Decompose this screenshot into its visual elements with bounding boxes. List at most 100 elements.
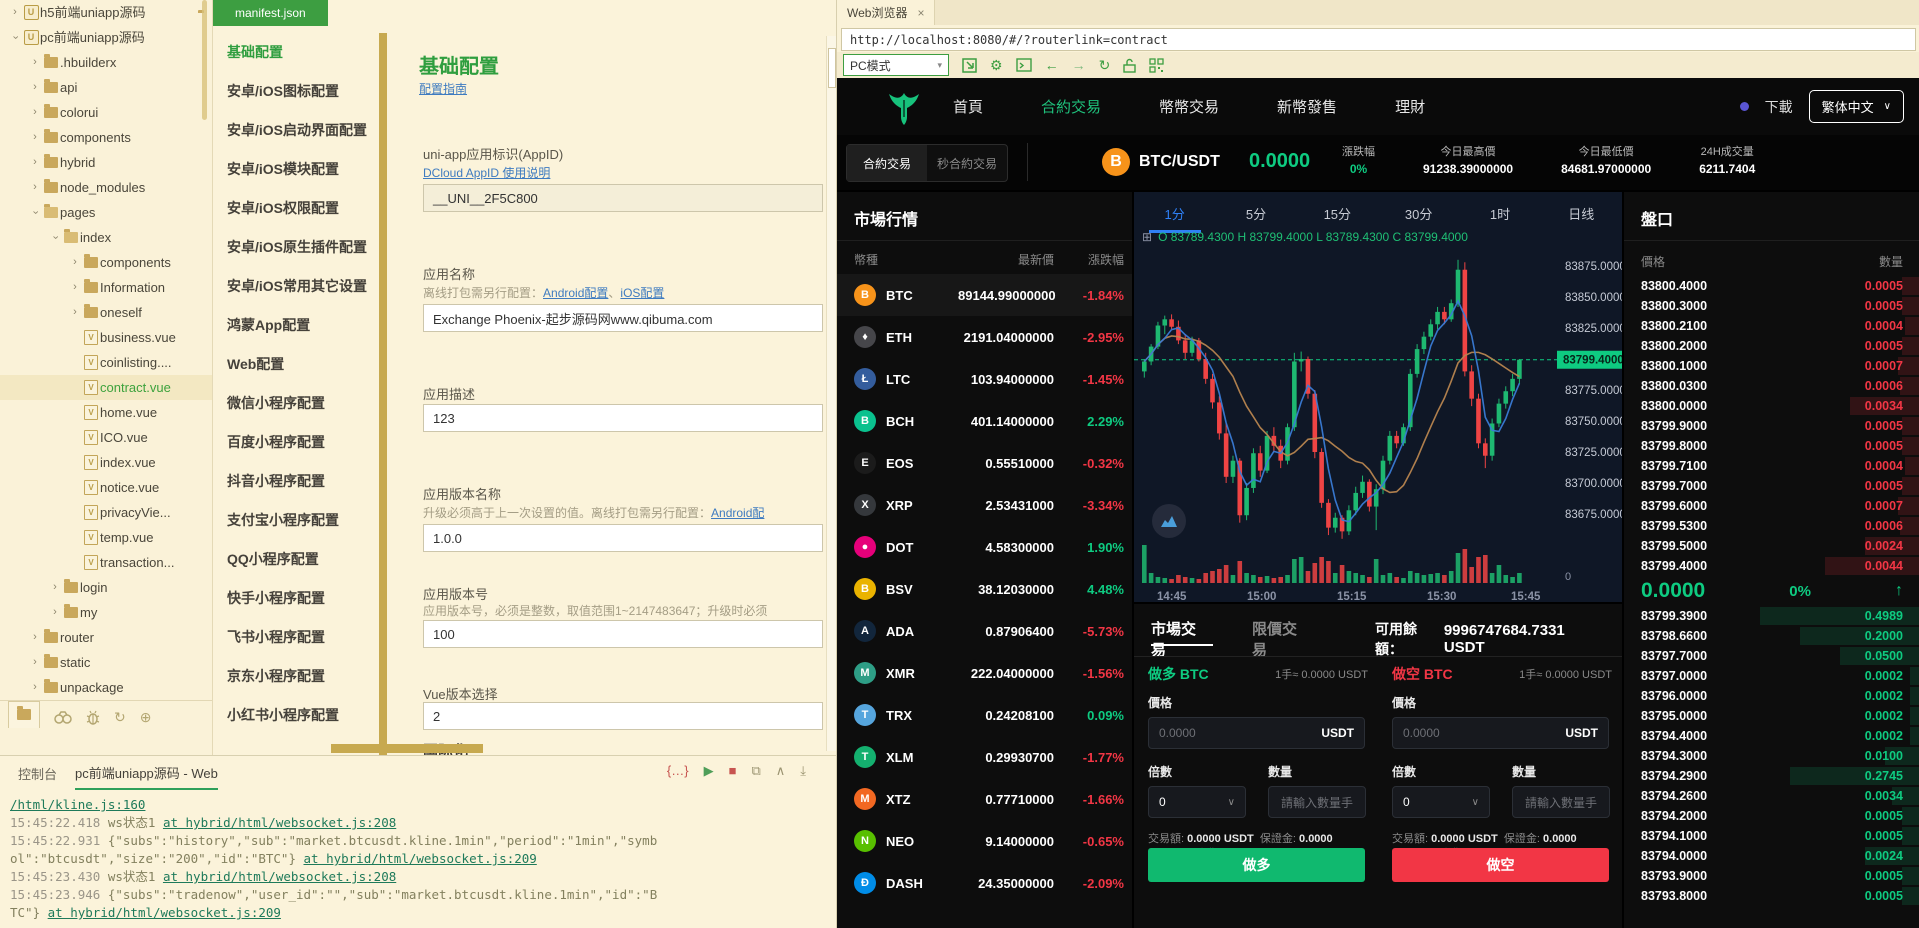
chevron-icon[interactable]: › (8, 0, 22, 25)
timeframe-日线[interactable]: 日线 (1541, 196, 1622, 226)
orderbook-row[interactable]: 83799.7100 0.0004 (1624, 456, 1919, 476)
manifest-nav-item[interactable]: 安卓/iOS启动界面配置 (227, 111, 377, 150)
manifest-nav-item[interactable]: 鸿蒙App配置 (227, 306, 377, 345)
manifest-nav-item[interactable]: 飞书小程序配置 (227, 618, 377, 657)
manifest-nav-item[interactable]: 京东小程序配置 (227, 657, 377, 696)
app-desc-input[interactable]: 123 (423, 404, 823, 432)
form-scrollbar[interactable] (826, 36, 836, 751)
tree-item-pages[interactable]: › pages (0, 200, 212, 225)
orderbook-row[interactable]: 83799.4000 0.0044 (1624, 556, 1919, 576)
manifest-nav-item[interactable]: 安卓/iOS常用其它设置 (227, 267, 377, 306)
run-icon[interactable]: ▶ (704, 763, 714, 779)
tree-item-unpackage[interactable]: › unpackage (0, 675, 212, 700)
collapse-icon[interactable]: ∧ (776, 763, 786, 779)
devtools-console-icon[interactable] (1015, 58, 1032, 72)
manifest-nav-item[interactable]: 支付宝小程序配置 (227, 501, 377, 540)
market-row-XMR[interactable]: M XMR 222.04000000 -1.56% (837, 652, 1132, 694)
orderbook-row[interactable]: 83798.6600 0.2000 (1624, 626, 1919, 646)
tree-item-home.vue[interactable]: Vhome.vue (0, 400, 212, 425)
manifest-nav-item[interactable]: 微信小程序配置 (227, 384, 377, 423)
chevron-icon[interactable]: › (68, 300, 82, 325)
indicator-toggle-button[interactable] (1152, 504, 1186, 538)
quantity-input[interactable]: 請輸入數量手 (1512, 786, 1610, 818)
files-panel-tab[interactable] (8, 700, 40, 728)
chevron-icon[interactable]: › (28, 175, 42, 200)
qr-code-icon[interactable] (1149, 57, 1164, 73)
orderbook-row[interactable]: 83794.4000 0.0002 (1624, 726, 1919, 746)
open-long-button[interactable]: 做多 (1148, 848, 1365, 882)
nav-幣幣交易[interactable]: 幣幣交易 (1159, 96, 1219, 117)
console-source-link[interactable]: at hybrid/html/websocket.js:209 (48, 905, 281, 920)
tree-item-business.vue[interactable]: Vbusiness.vue (0, 325, 212, 350)
nav-理財[interactable]: 理財 (1395, 96, 1425, 117)
contract-tab-秒合約交易[interactable]: 秒合約交易 (927, 145, 1007, 181)
console-source-link[interactable]: at hybrid/html/websocket.js:208 (163, 869, 396, 884)
tree-item-api[interactable]: › api (0, 75, 212, 100)
console-source-link[interactable]: at hybrid/html/websocket.js:209 (304, 851, 537, 866)
timeframe-1时[interactable]: 1时 (1459, 196, 1540, 226)
orderbook-row[interactable]: 83795.0000 0.0002 (1624, 706, 1919, 726)
nav-首頁[interactable]: 首頁 (953, 96, 983, 117)
form-scroll-thumb[interactable] (828, 48, 836, 88)
chevron-icon[interactable]: › (28, 50, 42, 75)
chevron-icon[interactable]: › (28, 75, 42, 100)
orderbook-row[interactable]: 83797.7000 0.0500 (1624, 646, 1919, 666)
tree-item-components[interactable]: › components (0, 125, 212, 150)
device-mode-select[interactable]: PC模式 ▾ (843, 54, 949, 76)
timeframe-30分[interactable]: 30分 (1378, 196, 1459, 226)
orderbook-row[interactable]: 83797.0000 0.0002 (1624, 666, 1919, 686)
orderbook-row[interactable]: 83794.2600 0.0034 (1624, 786, 1919, 806)
orderbook-row[interactable]: 83793.8000 0.0005 (1624, 886, 1919, 906)
appid-input[interactable]: __UNI__2F5C800 (423, 184, 823, 212)
manifest-nav-item[interactable]: 安卓/iOS原生插件配置 (227, 228, 377, 267)
tree-item-contract.vue[interactable]: Vcontract.vue (0, 375, 212, 400)
refresh-icon[interactable]: ↻ (114, 709, 126, 726)
form-hscrollbar[interactable] (331, 744, 483, 753)
orderbook-row[interactable]: 83799.9000 0.0005 (1624, 416, 1919, 436)
config-guide-link[interactable]: 配置指南 (419, 80, 467, 97)
chevron-icon[interactable]: › (28, 650, 42, 675)
tree-item-node_modules[interactable]: › node_modules (0, 175, 212, 200)
version-code-input[interactable]: 100 (423, 620, 823, 648)
manifest-nav-item[interactable]: 安卓/iOS图标配置 (227, 72, 377, 111)
console-source-link[interactable]: at hybrid/html/websocket.js:208 (163, 815, 396, 830)
tab-limit-order[interactable]: 限價交易 (1252, 618, 1311, 660)
ios-config-link[interactable]: iOS配置 (620, 286, 664, 300)
contract-tab-合約交易[interactable]: 合約交易 (847, 145, 927, 181)
nav-scrollbar[interactable] (379, 33, 387, 755)
chevron-icon[interactable]: › (28, 625, 42, 650)
chevron-icon[interactable]: › (28, 100, 42, 125)
tab-market-order[interactable]: 市場交易 (1151, 618, 1210, 660)
chevron-icon[interactable]: › (28, 675, 42, 700)
debug-braces-icon[interactable]: {…} (667, 763, 689, 779)
timeframe-15分[interactable]: 15分 (1297, 196, 1378, 226)
chevron-icon[interactable]: › (3, 31, 28, 45)
timeframe-1分[interactable]: 1分 (1134, 196, 1215, 233)
search-binoculars-icon[interactable] (54, 710, 72, 724)
orderbook-row[interactable]: 83800.0000 0.0034 (1624, 396, 1919, 416)
orderbook-row[interactable]: 83799.8000 0.0005 (1624, 436, 1919, 456)
market-row-DOT[interactable]: ● DOT 4.58300000 1.90% (837, 526, 1132, 568)
tree-item-Information[interactable]: › Information (0, 275, 212, 300)
manifest-tab[interactable]: manifest.json (213, 0, 328, 26)
orderbook-row[interactable]: 83800.2000 0.0005 (1624, 336, 1919, 356)
orderbook-row[interactable]: 83794.2000 0.0005 (1624, 806, 1919, 826)
logo-phoenix-icon[interactable] (885, 87, 923, 127)
tree-item-transaction...[interactable]: Vtransaction... (0, 550, 212, 575)
chevron-icon[interactable]: › (28, 150, 42, 175)
market-row-BTC[interactable]: B BTC 89144.99000000 -1.84% (837, 274, 1132, 316)
settings-gear-icon[interactable]: ⚙ (990, 58, 1003, 72)
manifest-nav-item[interactable]: QQ小程序配置 (227, 540, 377, 579)
tree-item-privacyVie...[interactable]: VprivacyVie... (0, 500, 212, 525)
manifest-nav-item[interactable]: 小红书小程序配置 (227, 696, 377, 735)
tree-item-coinlisting....[interactable]: Vcoinlisting.... (0, 350, 212, 375)
tree-item-index[interactable]: › index (0, 225, 212, 250)
orderbook-row[interactable]: 83800.2100 0.0004 (1624, 316, 1919, 336)
timeframe-5分[interactable]: 5分 (1215, 196, 1296, 226)
tree-item-index.vue[interactable]: Vindex.vue (0, 450, 212, 475)
tree-item-h5--uniapp--[interactable]: › Uh5前端uniapp源码 (0, 0, 212, 25)
orderbook-row[interactable]: 83799.6000 0.0007 (1624, 496, 1919, 516)
vue-version-select[interactable]: 2 (423, 702, 823, 730)
debug-bug-icon[interactable] (86, 710, 100, 725)
theme-moon-icon[interactable] (1739, 102, 1749, 111)
